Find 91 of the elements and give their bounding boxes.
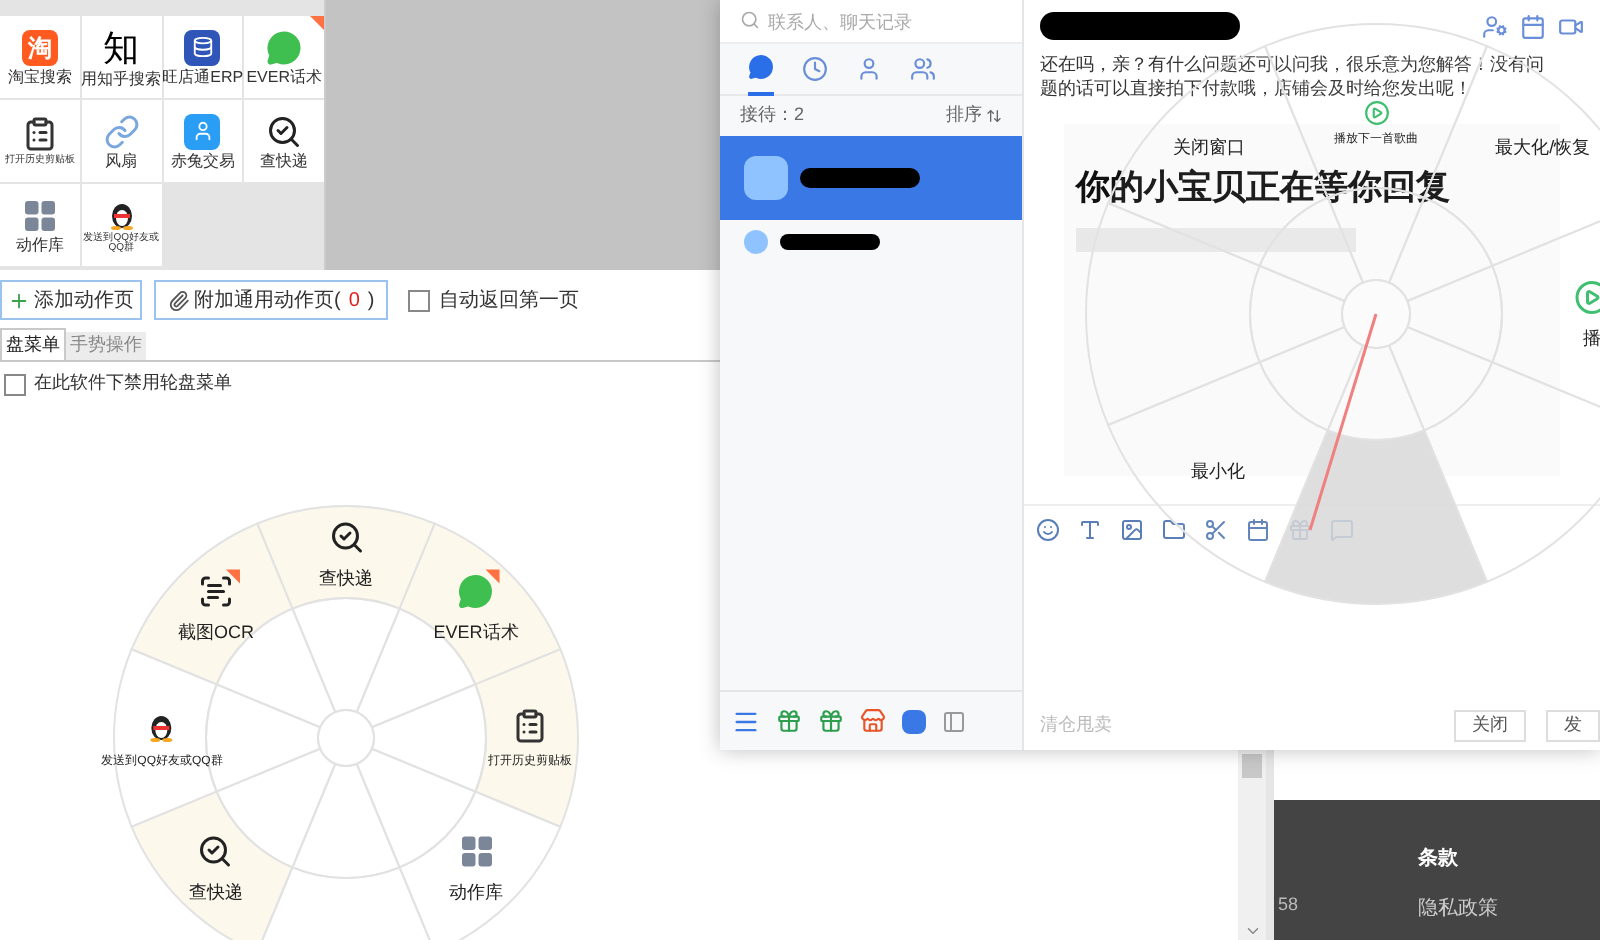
corner-flag-icon [310,16,324,30]
logo-icon: 淘 [21,29,58,65]
plus-icon [8,289,30,311]
redaction-mark [780,234,880,250]
add-page-button[interactable]: 添加动作页 [0,280,142,320]
menu-icon[interactable] [732,707,760,735]
user-settings-icon[interactable] [1482,13,1508,39]
footer-heading: 条款 [1418,845,1461,874]
tile-label: EVER话术 [246,69,323,85]
wheel-label: 动作库 [449,879,504,906]
shop-icon[interactable] [860,708,886,734]
menu-label: 关闭窗口 [1173,133,1246,160]
gift-icon[interactable] [776,708,802,734]
clipboard-icon [512,708,548,744]
footer-link[interactable]: 隐私政策 [1418,894,1499,924]
panel-icon[interactable] [942,709,966,733]
tile-label: 旺店通ERP [162,69,244,85]
magnifier-icon [266,113,303,149]
wheel-hub [317,709,375,767]
penguin-icon [148,710,176,742]
chat-bubble-icon [266,29,303,65]
chat-bubble-icon [748,54,774,80]
grid-icon [458,833,495,870]
corner-flag-icon [486,569,501,584]
play-icon [1574,279,1600,316]
chat-bubble-icon [458,573,495,610]
person-icon [856,56,882,82]
tile-label: 查快递 [260,153,309,169]
dialog-button[interactable]: 发 [1546,710,1600,742]
clipboard-icon [21,116,58,152]
avatar-icon [744,156,788,200]
clock-icon [802,56,828,82]
attach-page-button[interactable]: 附加通用动作页( 0 ) [154,280,389,320]
checkbox-label: 在此软件下禁用轮盘菜单 [34,370,232,397]
scrollbar-thumb[interactable] [1242,754,1262,778]
scroll-down-icon[interactable] [1243,922,1261,940]
search-icon [740,10,760,30]
glyph-icon: 知 [103,27,140,67]
menu-label: 最小化 [1190,458,1245,485]
conversation-item[interactable] [720,136,1022,220]
text-icon[interactable] [1078,517,1102,541]
wheel-label: 截图OCR [177,619,254,646]
menu-label: 播 [1583,325,1600,352]
sort-icon [986,108,1002,124]
link-icon [103,113,140,149]
dialog-button[interactable]: 关闭 [1454,710,1526,742]
magnifier-icon [328,519,364,556]
menu-label: 最大化/恢复 [1495,133,1591,160]
corner-flag-icon [225,569,240,584]
action-tile[interactable]: 旺店通ERP [163,16,243,98]
wheel-label: EVER话术 [433,619,519,646]
scan-text-icon [197,573,234,610]
footer-text: 58 [1278,892,1299,918]
tile-label: 赤兔交易 [170,153,235,169]
calendar-icon[interactable] [1246,517,1270,541]
gift-icon[interactable] [818,708,844,734]
action-tile[interactable]: 查快递 [244,100,324,182]
action-tile[interactable]: 风扇 [81,100,161,182]
play-icon [1363,99,1389,125]
checkbox-label: 自动返回第一页 [438,287,579,315]
tile-label: 风扇 [105,153,138,169]
checkbox[interactable] [4,373,26,395]
tab[interactable]: 盘菜单 [0,328,66,360]
search-field[interactable]: 联系人、聊天记录 [720,0,1022,42]
avatar-icon [744,230,768,254]
magnifier-icon [197,833,234,870]
scissors-icon[interactable] [1204,517,1228,541]
tile-label: 动作库 [15,237,64,253]
action-tile[interactable]: 知 用知乎搜索 [81,16,161,98]
folder-icon[interactable] [1162,517,1186,541]
grid-icon [21,197,58,233]
tile-label: 淘宝搜索 [7,69,72,85]
tile-label: 用知乎搜索 [81,71,162,87]
action-tile[interactable]: 动作库 [0,184,80,266]
calendar-icon[interactable] [1520,13,1546,39]
group-icon [910,56,936,82]
wheel-label: 查快递 [319,565,373,592]
app-logo-icon [184,113,221,149]
smile-icon[interactable] [1036,517,1060,541]
wheel-label: 查快递 [188,879,243,906]
app-logo-icon [184,29,221,65]
action-tile[interactable]: 赤兔交易 [163,100,243,182]
checkbox[interactable] [408,289,431,311]
paperclip-icon [168,289,190,311]
action-tile[interactable]: EVER话术 [244,16,324,98]
sort-button[interactable]: 排序 [946,102,1002,130]
image-icon[interactable] [1120,517,1144,541]
video-icon[interactable] [1558,13,1584,39]
reception-count: 接待：2 [740,102,805,129]
action-tile[interactable]: 淘 淘宝搜索 [0,16,80,98]
redaction-mark [800,168,920,188]
